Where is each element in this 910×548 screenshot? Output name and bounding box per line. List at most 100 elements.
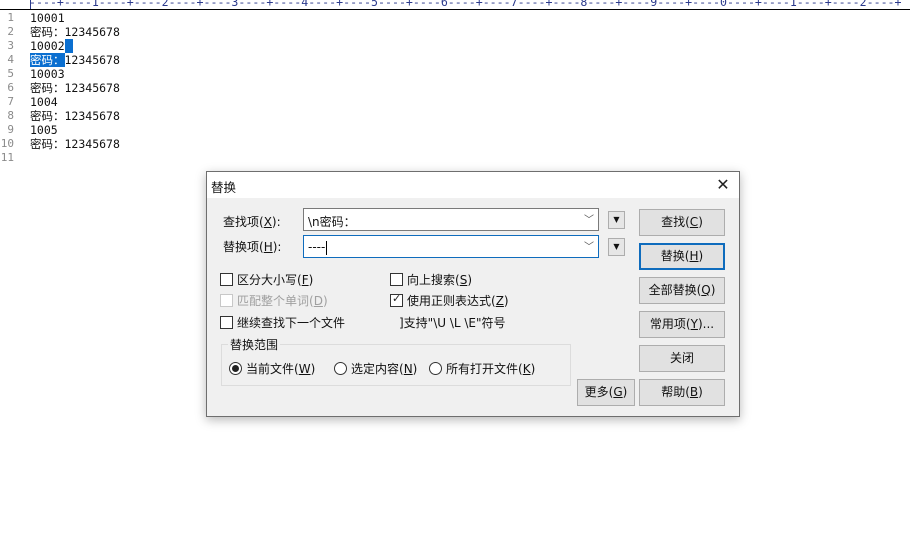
- triangle-down-icon: ▼: [613, 242, 620, 251]
- btn-text: 帮助(: [661, 385, 690, 399]
- label-key: N: [403, 362, 413, 376]
- radio-circle[interactable]: [229, 362, 242, 375]
- editor-line[interactable]: 9 1005: [0, 123, 910, 137]
- replace-button[interactable]: 替换(H): [639, 243, 725, 270]
- label-end: ): [308, 273, 314, 287]
- replace-input[interactable]: ---- ﹀: [303, 235, 599, 258]
- btn-key: Q: [701, 283, 711, 297]
- find-button[interactable]: 查找(C): [639, 209, 725, 236]
- chevron-down-icon[interactable]: ﹀: [584, 238, 594, 253]
- checkmark-icon: ✓: [392, 292, 402, 305]
- editor-line[interactable]: 10 密码：12345678: [0, 137, 910, 151]
- label-text: 选定内容(: [351, 362, 404, 376]
- label-key: F: [301, 273, 309, 287]
- editor-line[interactable]: 8 密码：12345678: [0, 109, 910, 123]
- search-up-label: 向上搜索(S): [407, 271, 472, 288]
- use-regex-label: 使用正则表达式(Z): [407, 292, 509, 309]
- common-items-button[interactable]: 常用项(Y)...: [639, 311, 725, 338]
- whole-word-label: 匹配整个单词(D): [237, 292, 328, 309]
- radio-circle[interactable]: [429, 362, 442, 375]
- replace-value-wrap: ----: [308, 240, 328, 255]
- checkbox-box[interactable]: [220, 273, 233, 286]
- match-case-checkbox[interactable]: 区分大小写(F): [220, 271, 313, 288]
- replace-all-button[interactable]: 全部替换(Q): [639, 277, 725, 304]
- checkbox-box[interactable]: [220, 294, 233, 307]
- editor-line[interactable]: 5 10003: [0, 67, 910, 81]
- find-label-key: X: [263, 215, 272, 229]
- line-text: 密码：12345678: [30, 137, 120, 151]
- checkbox-box[interactable]: [390, 273, 403, 286]
- label-text: 区分大小写(: [237, 273, 302, 287]
- label-end: ): [412, 362, 418, 376]
- use-regex-checkbox[interactable]: ✓ 使用正则表达式(Z): [390, 292, 509, 309]
- btn-text: 关闭: [669, 351, 694, 365]
- btn-text: 替换(: [660, 249, 690, 263]
- replace-value: ----: [308, 240, 326, 254]
- label-key: D: [313, 294, 323, 308]
- scope-all-open-files-label: 所有打开文件(K): [446, 360, 535, 377]
- chevron-down-icon[interactable]: ﹀: [584, 211, 594, 226]
- dialog-titlebar[interactable]: 替换 ✕: [207, 172, 739, 198]
- editor-line[interactable]: 4 密码：12345678: [0, 53, 910, 67]
- editor-line[interactable]: 1 10001: [0, 11, 910, 25]
- line-text: 10001: [30, 11, 65, 25]
- line-number: 9: [7, 123, 14, 136]
- scope-all-open-files-radio[interactable]: 所有打开文件(K): [429, 360, 535, 377]
- dialog-title: 替换: [211, 180, 237, 195]
- line-text: 密码：12345678: [30, 81, 120, 95]
- replace-label-end: ):: [272, 240, 282, 254]
- label-text: 当前文件(: [246, 362, 299, 376]
- label-end: ): [503, 294, 509, 308]
- btn-key: C: [689, 215, 699, 229]
- line-number: 5: [7, 67, 14, 80]
- scope-selection-radio[interactable]: 选定内容(N): [334, 360, 417, 377]
- checkbox-box[interactable]: ✓: [390, 292, 403, 307]
- close-icon[interactable]: ✕: [711, 174, 735, 196]
- checkbox-box[interactable]: [220, 316, 233, 329]
- whole-word-checkbox[interactable]: 匹配整个单词(D): [220, 292, 328, 309]
- regex-support-note: ]支持"\U \L \E"符号: [399, 316, 506, 330]
- find-regex-menu-button[interactable]: ▼: [608, 211, 625, 229]
- line-text-wrap: 10002: [30, 39, 73, 53]
- label-end: ): [310, 362, 316, 376]
- line-number: 6: [7, 81, 14, 94]
- btn-end: )...: [697, 317, 715, 331]
- help-button[interactable]: 帮助(B): [639, 379, 725, 406]
- selection-newline: [64, 39, 73, 53]
- label-end: ): [467, 273, 472, 287]
- continue-next-file-checkbox[interactable]: 继续查找下一个文件: [220, 314, 345, 331]
- triangle-down-icon: ▼: [613, 215, 620, 224]
- ruler-text: ----+----1----+----2----+----3----+----4…: [29, 0, 902, 9]
- editor-line[interactable]: 3 10002: [0, 39, 910, 53]
- label-key: K: [522, 362, 531, 376]
- editor-line[interactable]: 11: [0, 151, 910, 165]
- btn-text: 更多(: [584, 385, 614, 399]
- more-button[interactable]: 更多(G): [577, 379, 635, 406]
- column-ruler: ----+----1----+----2----+----3----+----4…: [0, 0, 910, 10]
- btn-text: 全部替换(: [648, 283, 702, 297]
- line-number: 4: [7, 53, 14, 66]
- label-key: W: [298, 362, 311, 376]
- editor-line[interactable]: 7 1004: [0, 95, 910, 109]
- close-button[interactable]: 关闭: [639, 345, 725, 372]
- scope-current-file-radio[interactable]: 当前文件(W): [229, 360, 315, 377]
- label-end: ): [322, 294, 328, 308]
- line-text: 1005: [30, 123, 58, 137]
- replace-regex-menu-button[interactable]: ▼: [608, 238, 625, 256]
- line-text: 12345678: [64, 53, 120, 67]
- replace-label: 替换项(H):: [223, 238, 281, 255]
- radio-circle[interactable]: [334, 362, 347, 375]
- line-text: 10003: [30, 67, 65, 81]
- line-text: 10002: [30, 39, 65, 53]
- find-label-text: 查找项(: [223, 215, 264, 229]
- editor-line[interactable]: 6 密码：12345678: [0, 81, 910, 95]
- search-up-checkbox[interactable]: 向上搜索(S): [390, 271, 472, 288]
- text-editor[interactable]: 1 10001 2 密码：12345678 3 10002 4 密码：12345678 …: [0, 11, 910, 165]
- line-number: 1: [7, 11, 14, 24]
- btn-key: B: [689, 385, 699, 399]
- find-label: 查找项(X):: [223, 213, 281, 230]
- find-input[interactable]: \n密码： ﹀: [303, 208, 599, 231]
- btn-end: ): [698, 215, 703, 229]
- selected-text: 密码：: [30, 53, 65, 67]
- editor-line[interactable]: 2 密码：12345678: [0, 25, 910, 39]
